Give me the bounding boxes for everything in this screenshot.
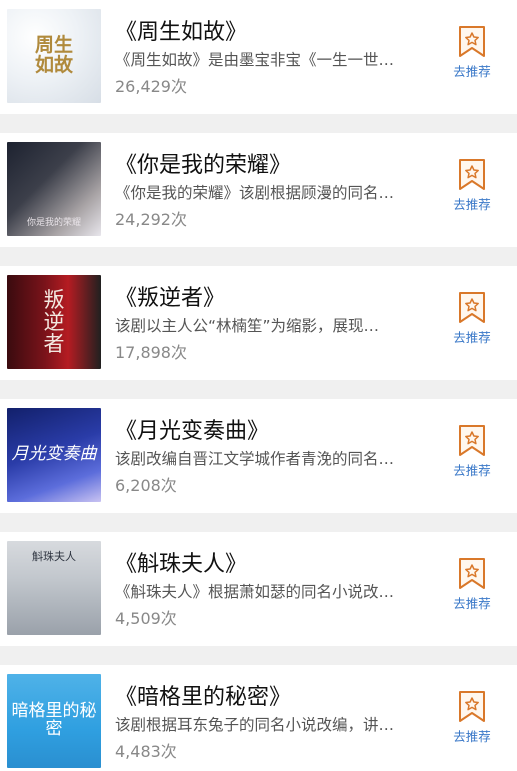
item-title[interactable]: 《斛珠夫人》 (115, 546, 435, 578)
poster-image[interactable]: 暗格里的秘密 (7, 674, 101, 768)
item-description: 该剧改编自晋江文学城作者青浼的同名… (115, 450, 395, 468)
poster-image[interactable]: 你是我的荣耀 (7, 142, 101, 236)
bookmark-star-icon (459, 425, 485, 456)
item-title[interactable]: 《周生如故》 (115, 14, 435, 46)
recommend-button[interactable]: 去推荐 (448, 690, 496, 745)
bookmark-star-icon (459, 159, 485, 190)
recommendation-list: 周生 如故 《周生如故》 《周生如故》是由墨宝非宝《一生一世… 26,429次 … (0, 0, 517, 771)
bookmark-star-icon (459, 691, 485, 722)
poster-title-art: 月光变奏曲 (11, 444, 97, 465)
bookmark-star-icon (459, 558, 485, 589)
list-item[interactable]: 月光变奏曲 《月光变奏曲》 该剧改编自晋江文学城作者青浼的同名… 6,208次 … (0, 399, 517, 513)
recommend-button[interactable]: 去推荐 (448, 158, 496, 213)
poster-image[interactable]: 叛 逆 者 (7, 275, 101, 369)
view-count: 17,898次 (115, 343, 187, 362)
recommend-label: 去推荐 (453, 596, 491, 611)
poster-title-art: 你是我的荣耀 (26, 217, 81, 228)
poster-image[interactable]: 周生 如故 (7, 9, 101, 103)
list-item[interactable]: 暗格里的秘密 《暗格里的秘密》 该剧根据耳东兔子的同名小说改编，讲… 4,483… (0, 665, 517, 771)
item-description: 该剧根据耳东兔子的同名小说改编，讲… (115, 716, 395, 734)
item-description: 该剧以主人公“林楠笙”为缩影，展现… (115, 317, 380, 335)
view-count: 26,429次 (115, 77, 187, 96)
item-description: 《你是我的荣耀》该剧根据顾漫的同名… (115, 184, 395, 202)
item-title[interactable]: 《叛逆者》 (115, 280, 435, 312)
view-count: 6,208次 (115, 476, 177, 495)
recommend-label: 去推荐 (453, 330, 491, 345)
item-title[interactable]: 《暗格里的秘密》 (115, 679, 435, 711)
poster-title-art: 暗格里的秘密 (11, 701, 97, 739)
poster-title-art: 叛 逆 者 (43, 287, 65, 357)
recommend-button[interactable]: 去推荐 (448, 557, 496, 612)
list-item[interactable]: 周生 如故 《周生如故》 《周生如故》是由墨宝非宝《一生一世… 26,429次 … (0, 0, 517, 114)
view-count: 4,483次 (115, 742, 177, 761)
view-count: 24,292次 (115, 210, 187, 229)
bookmark-star-icon (459, 26, 485, 57)
bookmark-star-icon (459, 292, 485, 323)
item-title[interactable]: 《你是我的荣耀》 (115, 147, 435, 179)
recommend-label: 去推荐 (453, 463, 491, 478)
recommend-button[interactable]: 去推荐 (448, 424, 496, 479)
list-item[interactable]: 叛 逆 者 《叛逆者》 该剧以主人公“林楠笙”为缩影，展现… 17,898次 去… (0, 266, 517, 380)
recommend-button[interactable]: 去推荐 (448, 291, 496, 346)
list-item[interactable]: 斛珠夫人 《斛珠夫人》 《斛珠夫人》根据萧如瑟的同名小说改… 4,509次 去推… (0, 532, 517, 646)
recommend-button[interactable]: 去推荐 (448, 25, 496, 80)
poster-image[interactable]: 斛珠夫人 (7, 541, 101, 635)
view-count: 4,509次 (115, 609, 177, 628)
poster-title-art: 周生 如故 (34, 34, 73, 76)
recommend-label: 去推荐 (453, 197, 491, 212)
recommend-label: 去推荐 (453, 729, 491, 744)
poster-image[interactable]: 月光变奏曲 (7, 408, 101, 502)
item-title[interactable]: 《月光变奏曲》 (115, 413, 435, 445)
list-item[interactable]: 你是我的荣耀 《你是我的荣耀》 《你是我的荣耀》该剧根据顾漫的同名… 24,29… (0, 133, 517, 247)
recommend-label: 去推荐 (453, 64, 491, 79)
item-description: 《周生如故》是由墨宝非宝《一生一世… (115, 51, 395, 69)
item-description: 《斛珠夫人》根据萧如瑟的同名小说改… (115, 583, 395, 601)
poster-title-art: 斛珠夫人 (32, 550, 76, 563)
